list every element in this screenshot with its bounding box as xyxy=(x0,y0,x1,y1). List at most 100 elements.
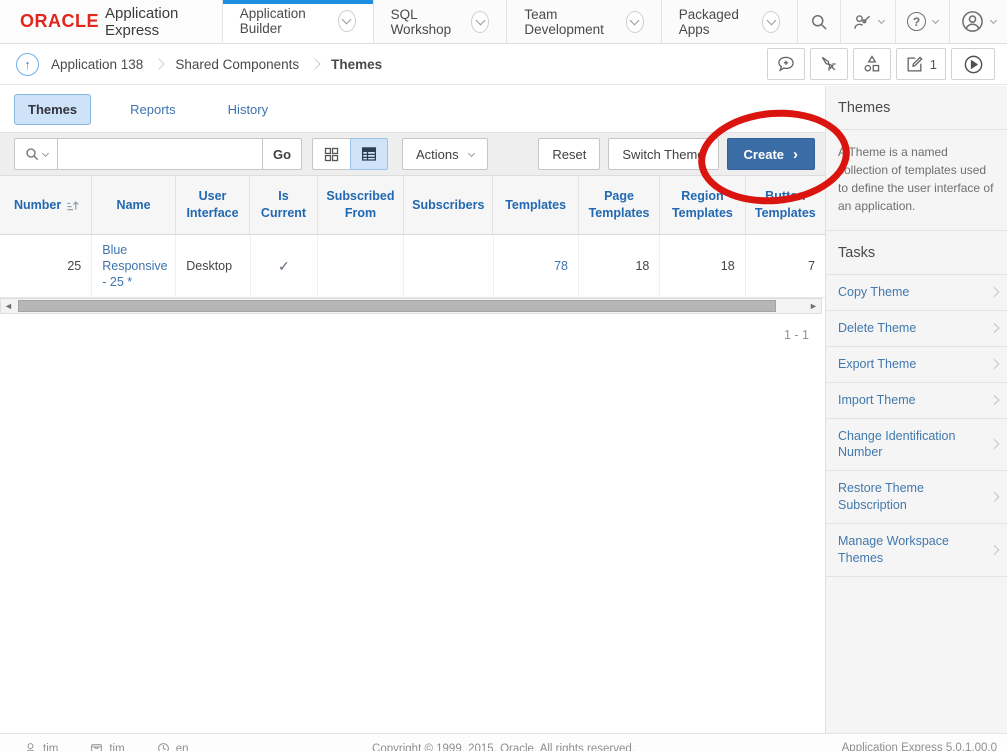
column-header-button-templates[interactable]: Button Templates xyxy=(746,176,825,234)
search-input[interactable] xyxy=(58,138,263,170)
task-label: Export Theme xyxy=(838,357,916,371)
chevron-down-icon xyxy=(990,17,997,24)
edit-page-button[interactable]: 1 xyxy=(896,48,946,80)
scroll-right-arrow[interactable]: ► xyxy=(806,299,821,313)
user-account-menu-button[interactable] xyxy=(949,0,1007,43)
go-button[interactable]: Go xyxy=(263,138,302,170)
column-header-subscribers[interactable]: Subscribers xyxy=(404,176,493,234)
run-application-button[interactable] xyxy=(951,48,995,80)
chevron-down-icon xyxy=(468,149,475,156)
cell-name: Blue Responsive - 25 * xyxy=(92,235,176,297)
task-change-identification-number[interactable]: Change Identification Number xyxy=(826,419,1007,472)
task-delete-theme[interactable]: Delete Theme xyxy=(826,311,1007,347)
tab-history[interactable]: History xyxy=(215,95,281,124)
search-button[interactable] xyxy=(797,0,840,43)
actions-label: Actions xyxy=(416,147,459,162)
icon-view-button[interactable] xyxy=(312,138,350,170)
utilities-button[interactable] xyxy=(810,48,848,80)
task-copy-theme[interactable]: Copy Theme xyxy=(826,275,1007,311)
chevron-down-icon[interactable] xyxy=(338,10,356,32)
shared-components-button[interactable] xyxy=(853,48,891,80)
task-export-theme[interactable]: Export Theme xyxy=(826,347,1007,383)
run-play-icon xyxy=(963,54,984,75)
task-label: Copy Theme xyxy=(838,285,909,299)
task-label: Manage Workspace Themes xyxy=(838,534,949,565)
chevron-right-icon xyxy=(990,359,1000,369)
switch-theme-button[interactable]: Switch Theme xyxy=(608,138,718,170)
scroll-left-arrow[interactable]: ◄ xyxy=(1,299,16,313)
breadcrumb-application-138[interactable]: Application 138 xyxy=(51,57,143,72)
edit-page-icon xyxy=(905,55,924,74)
templates-count-link[interactable]: 78 xyxy=(554,258,568,274)
chevron-down-icon[interactable] xyxy=(762,11,780,33)
column-header-name[interactable]: Name xyxy=(92,176,175,234)
theme-name-link[interactable]: Blue Responsive - 25 * xyxy=(102,242,167,291)
column-header-region-templates[interactable]: Region Templates xyxy=(660,176,745,234)
oracle-apex-logo: ORACLE Application Express xyxy=(0,0,222,43)
administration-menu-button[interactable] xyxy=(840,0,895,43)
cell-subscribed-from xyxy=(318,235,404,297)
report-toolbar: Go Actions Reset Switch Theme xyxy=(0,133,825,176)
nav-tab-packaged-apps[interactable]: Packaged Apps xyxy=(661,0,797,43)
up-level-button[interactable]: ↑ xyxy=(16,53,39,76)
scrollbar-thumb[interactable] xyxy=(18,300,776,312)
cell-page-templates: 18 xyxy=(579,235,660,297)
search-column-selector[interactable] xyxy=(14,138,58,170)
chevron-right-icon xyxy=(990,287,1000,297)
column-header-is-current[interactable]: Is Current xyxy=(250,176,318,234)
report-view-icon xyxy=(360,145,378,163)
footer-language-label: en xyxy=(176,743,189,751)
column-header-subscribed-from[interactable]: Subscribed From xyxy=(318,176,404,234)
help-icon: ? xyxy=(907,12,926,31)
search-group: Go xyxy=(14,138,302,170)
nav-tab-label: Packaged Apps xyxy=(679,7,753,37)
user-icon xyxy=(24,742,37,751)
nav-tab-application-builder[interactable]: Application Builder xyxy=(222,0,373,43)
chevron-down-icon xyxy=(878,17,885,24)
chevron-down-icon xyxy=(932,17,939,24)
breadcrumb-shared-components[interactable]: Shared Components xyxy=(175,57,299,72)
nav-tab-label: Team Development xyxy=(524,7,617,37)
cell-number: 25 xyxy=(0,235,92,297)
task-manage-workspace-themes[interactable]: Manage Workspace Themes xyxy=(826,524,1007,577)
page-footer: tim tim en Copyright © 1999, 2015, Oracl… xyxy=(0,733,1007,751)
nav-tab-label: SQL Workshop xyxy=(391,7,463,37)
feedback-bubble-icon xyxy=(776,54,796,74)
breadcrumb-separator-icon xyxy=(309,58,320,69)
task-label: Change Identification Number xyxy=(838,429,955,460)
chevron-right-icon xyxy=(990,545,1000,555)
nav-tab-sql-workshop[interactable]: SQL Workshop xyxy=(373,0,507,43)
cell-user-interface: Desktop xyxy=(176,235,250,297)
chevron-down-icon xyxy=(42,149,49,156)
reset-button[interactable]: Reset xyxy=(538,138,600,170)
tab-themes[interactable]: Themes xyxy=(14,94,91,125)
column-header-number[interactable]: Number xyxy=(0,176,92,234)
tab-reports[interactable]: Reports xyxy=(117,95,189,124)
task-import-theme[interactable]: Import Theme xyxy=(826,383,1007,419)
nav-tab-team-development[interactable]: Team Development xyxy=(506,0,660,43)
chevron-right-icon xyxy=(990,323,1000,333)
column-header-user-interface[interactable]: User Interface xyxy=(176,176,250,234)
sort-ascending-icon xyxy=(66,199,80,212)
report-view-button[interactable] xyxy=(350,138,388,170)
grid-view-icon xyxy=(323,146,340,163)
themes-report-table: Number Name User Interface Is Current Su… xyxy=(0,176,825,342)
column-header-page-templates[interactable]: Page Templates xyxy=(579,176,660,234)
breadcrumb-separator-icon xyxy=(154,58,165,69)
task-restore-theme-subscription[interactable]: Restore Theme Subscription xyxy=(826,471,1007,524)
edit-page-number: 1 xyxy=(930,57,937,72)
feedback-button[interactable] xyxy=(767,48,805,80)
help-menu-button[interactable]: ? xyxy=(895,0,949,43)
create-button[interactable]: Create › xyxy=(727,138,815,170)
chevron-down-icon[interactable] xyxy=(626,11,644,33)
column-header-templates[interactable]: Templates xyxy=(493,176,578,234)
sidebar-title: Themes xyxy=(826,86,1007,130)
actions-menu-button[interactable]: Actions xyxy=(402,138,488,170)
create-label: Create xyxy=(744,147,784,162)
breadcrumb-bar: ↑ Application 138 Shared Components Them… xyxy=(0,44,1007,85)
clock-icon xyxy=(157,742,170,751)
horizontal-scrollbar[interactable]: ◄ ► xyxy=(0,298,822,314)
footer-copyright: Copyright © 1999, 2015, Oracle. All righ… xyxy=(372,743,635,751)
chevron-down-icon[interactable] xyxy=(471,11,489,33)
breadcrumb-themes: Themes xyxy=(331,57,382,72)
